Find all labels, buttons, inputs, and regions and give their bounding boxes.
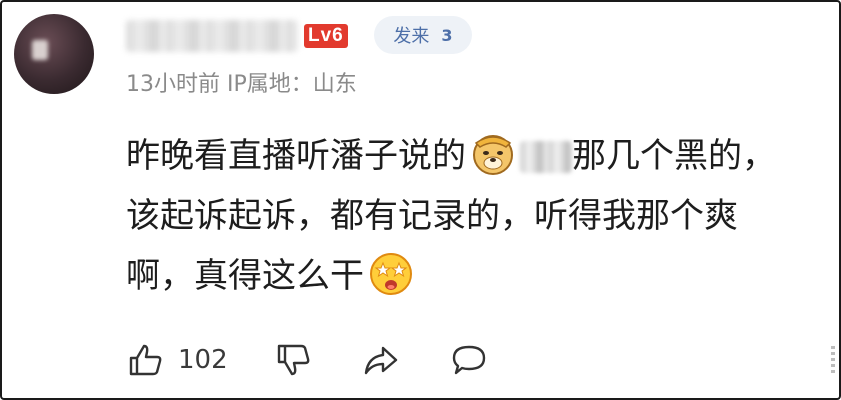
level-badge: Lv6 [304, 24, 348, 48]
drag-handle[interactable] [831, 346, 835, 376]
like-button[interactable]: 102 [126, 341, 228, 379]
action-bar: 102 [126, 338, 488, 382]
sender-count: 3 [441, 25, 453, 45]
comment-time: 13小时前 [126, 72, 220, 97]
dislike-button[interactable] [274, 341, 312, 379]
comment-line-1: 昨晚看直播听潘子说的 那几个黑的， [126, 126, 831, 186]
avatar[interactable] [14, 14, 94, 94]
avatar-blur [32, 40, 48, 60]
sender-pill[interactable]: 发来 3 [374, 16, 472, 54]
comment-text: 昨晚看直播听潘子说的 那几个黑的， 该起诉起诉，都有记录的，听得我那个爽 啊，真… [126, 126, 831, 306]
username-redacted[interactable] [126, 20, 298, 52]
sender-label: 发来 [393, 26, 430, 47]
ip-location: IP属地：山东 [227, 72, 357, 97]
comment-text-part: 昨晚看直播听潘子说的 [126, 136, 466, 176]
share-button[interactable] [362, 341, 400, 379]
redacted-text [520, 141, 572, 173]
comment-bubble-icon [452, 345, 485, 375]
star-eyes-emoji-icon [368, 251, 414, 297]
comment-line-2: 该起诉起诉，都有记录的，听得我那个爽 [126, 196, 738, 236]
comment-meta: 13小时前 IP属地：山东 [126, 66, 357, 98]
thumbs-down-icon [277, 344, 310, 376]
like-count: 102 [178, 345, 228, 375]
thumbs-up-icon [129, 344, 162, 376]
share-arrow-icon [364, 346, 397, 375]
doge-emoji-icon [470, 131, 516, 177]
reply-button[interactable] [450, 341, 488, 379]
comment-line-3: 啊，真得这么干 [126, 246, 831, 306]
comment-text-part: 那几个黑的， [572, 136, 776, 176]
comment-text-part: 啊，真得这么干 [126, 256, 364, 296]
